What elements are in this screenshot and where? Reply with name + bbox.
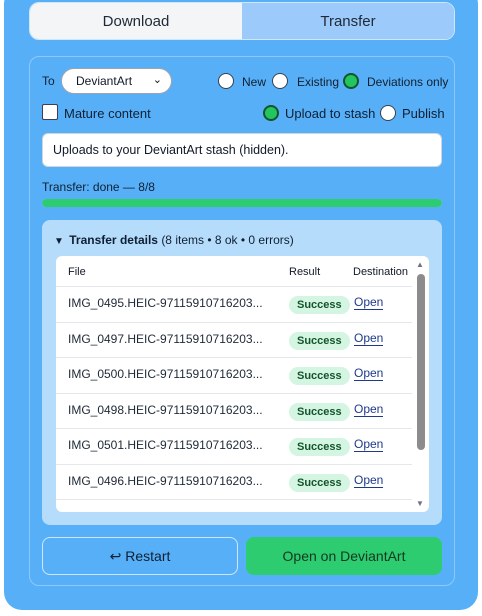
- destination-select[interactable]: DeviantArt ⌄: [61, 68, 172, 94]
- status-badge: Success: [289, 331, 350, 350]
- table-header: File Result Destination: [56, 256, 429, 286]
- tab-transfer[interactable]: Transfer: [242, 3, 454, 39]
- mature-content-checkbox[interactable]: [42, 104, 58, 120]
- radio-upload-to-stash-label: Upload to stash: [285, 106, 376, 121]
- radio-existing[interactable]: [272, 73, 288, 89]
- file-name: IMG_0495.HEIC-97115910716203...: [68, 296, 263, 310]
- table-row: IMG_0501.HEIC-97115910716203... Success …: [56, 428, 412, 464]
- radio-existing-label: Existing: [297, 75, 340, 89]
- open-link[interactable]: Open: [354, 473, 384, 488]
- transfer-details-title: Transfer details: [69, 233, 158, 247]
- radio-deviations-only-label: Deviations only: [367, 75, 449, 89]
- open-link[interactable]: Open: [354, 366, 384, 381]
- status-badge: Success: [289, 402, 350, 421]
- status-badge: Success: [289, 367, 350, 385]
- file-name: IMG_0496.HEIC-97115910716203...: [68, 473, 263, 488]
- results-table: File Result Destination IMG_0495.HEIC-97…: [56, 256, 429, 512]
- column-file: File: [68, 266, 86, 278]
- table-scrollbar[interactable]: ▲ ▼: [415, 260, 427, 508]
- file-name: IMG_0498.HEIC-97115910716203...: [68, 402, 263, 417]
- table-row-partial: [56, 499, 412, 512]
- column-result: Result: [289, 266, 321, 278]
- radio-publish-label: Publish: [402, 106, 445, 121]
- radio-new-label: New: [242, 75, 267, 89]
- radio-new[interactable]: [218, 73, 234, 89]
- table-row: IMG_0500.HEIC-97115910716203... Success …: [56, 357, 412, 393]
- destination-select-value: DeviantArt: [76, 74, 133, 88]
- status-badge: Success: [289, 438, 350, 456]
- table-row: IMG_0498.HEIC-97115910716203... Success …: [56, 392, 412, 429]
- transfer-details-counts: (8 items • 8 ok • 0 errors): [161, 233, 294, 247]
- table-row: IMG_0496.HEIC-97115910716203... Success …: [56, 463, 412, 500]
- radio-deviations-only[interactable]: [343, 73, 359, 89]
- scroll-thumb[interactable]: [417, 274, 425, 450]
- tab-download[interactable]: Download: [30, 3, 242, 39]
- open-link[interactable]: Open: [354, 437, 384, 452]
- triangle-down-icon: ▼: [54, 236, 64, 247]
- file-name: IMG_0501.HEIC-97115910716203...: [68, 438, 263, 452]
- mode-tabs: Download Transfer: [29, 2, 455, 40]
- progress-bar: [42, 199, 442, 207]
- open-link[interactable]: Open: [354, 331, 384, 346]
- to-label: To: [42, 74, 55, 88]
- progress-bar-fill: [42, 199, 442, 207]
- restart-button[interactable]: ↩ Restart: [42, 537, 238, 575]
- scroll-up-arrow-icon[interactable]: ▲: [416, 260, 424, 269]
- mature-content-label: Mature content: [64, 106, 151, 121]
- scroll-down-arrow-icon[interactable]: ▼: [416, 499, 424, 508]
- table-row: IMG_0495.HEIC-97115910716203... Success …: [56, 286, 412, 322]
- status-badge: Success: [289, 473, 350, 492]
- open-link[interactable]: Open: [354, 295, 384, 310]
- radio-publish[interactable]: [380, 105, 396, 121]
- column-destination: Destination: [353, 266, 409, 278]
- status-badge: Success: [289, 296, 350, 314]
- file-name: IMG_0500.HEIC-97115910716203...: [68, 367, 263, 381]
- file-name: IMG_0497.HEIC-97115910716203...: [68, 331, 263, 346]
- open-link[interactable]: Open: [354, 402, 384, 417]
- open-on-deviantart-button[interactable]: Open on DeviantArt: [246, 537, 442, 575]
- radio-upload-to-stash[interactable]: [263, 105, 279, 121]
- chevron-down-icon: ⌄: [152, 74, 162, 86]
- table-row: IMG_0497.HEIC-97115910716203... Success …: [56, 321, 412, 358]
- transfer-details-toggle[interactable]: ▼ Transfer details (8 items • 8 ok • 0 e…: [54, 233, 294, 247]
- info-box: Uploads to your DeviantArt stash (hidden…: [42, 133, 442, 167]
- transfer-status: Transfer: done — 8/8: [42, 180, 155, 194]
- transfer-details: ▼ Transfer details (8 items • 8 ok • 0 e…: [42, 220, 442, 525]
